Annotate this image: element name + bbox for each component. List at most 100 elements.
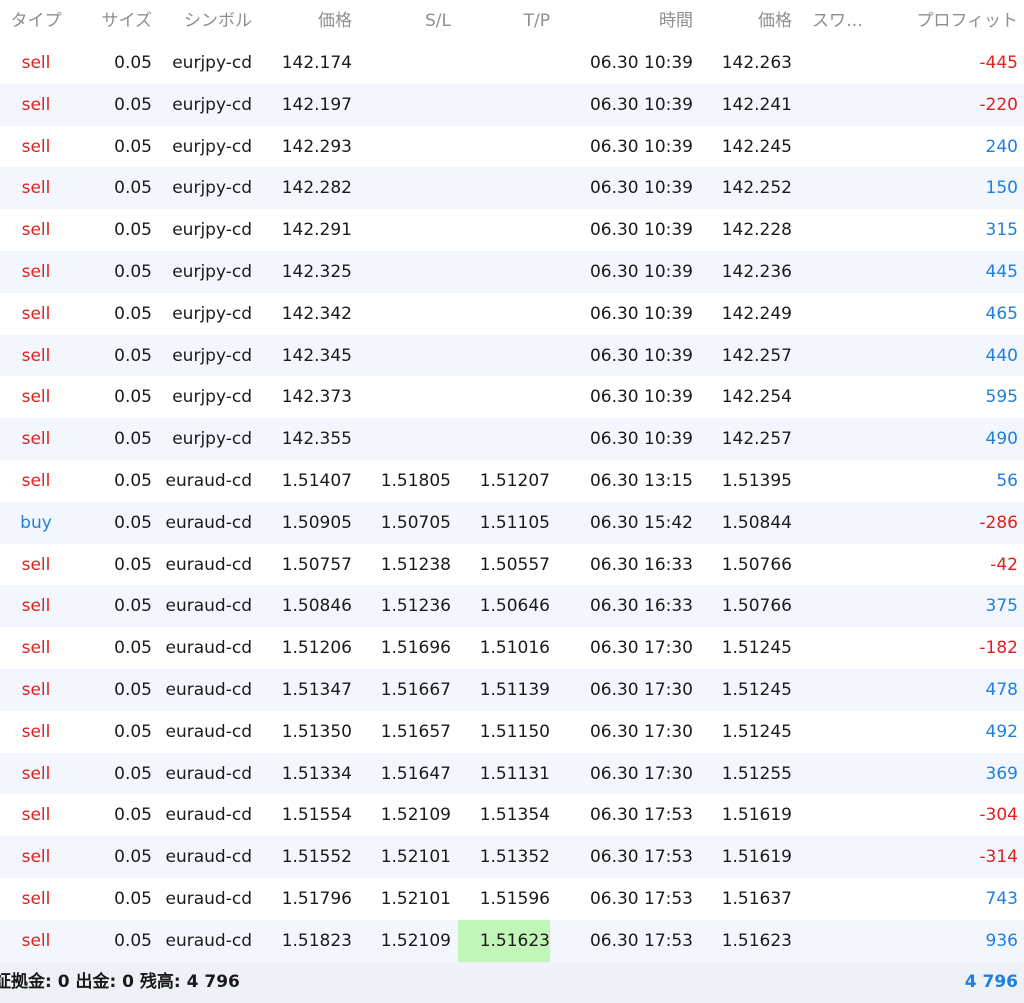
table-row[interactable]: sell 0.05 eurjpy-cd 142.291 06.30 10:39 142.2… <box>0 209 1024 252</box>
row-tp <box>458 167 550 209</box>
table-row[interactable]: sell 0.05 euraud-cd 1.51407 1.51805 1.51207 06… <box>0 460 1024 502</box>
table-row[interactable]: sell 0.05 eurjpy-cd 142.197 06.30 10:39 142.2… <box>0 83 1024 126</box>
header-tp[interactable]: T/P <box>458 0 550 42</box>
header-swap[interactable]: スワ… <box>812 0 874 42</box>
row-profit: 150 <box>985 178 1018 199</box>
row-profit: -286 <box>979 512 1018 533</box>
row-open-price: 142.293 <box>281 136 352 157</box>
row-sl <box>362 335 451 377</box>
row-type: sell <box>21 94 51 115</box>
table-row[interactable]: sell 0.05 euraud-cd 1.51334 1.51647 1.51131 06… <box>0 752 1024 795</box>
row-profit: 440 <box>985 345 1018 366</box>
row-tp: 1.51139 <box>479 680 550 700</box>
row-tp: 1.50557 <box>479 554 550 575</box>
row-tp: 1.51016 <box>479 638 550 659</box>
row-sl: 1.52101 <box>380 847 451 868</box>
table-row[interactable]: sell 0.05 eurjpy-cd 142.342 06.30 10:39 142.2… <box>0 292 1024 335</box>
row-tp: 1.51596 <box>479 889 550 909</box>
row-profit: -314 <box>979 847 1018 868</box>
row-symbol: euraud-cd <box>165 847 252 868</box>
row-symbol: eurjpy-cd <box>172 345 252 366</box>
table-row[interactable]: sell 0.05 eurjpy-cd 142.282 06.30 10:39 142.2… <box>0 167 1024 210</box>
header-current-price[interactable]: 価格 <box>700 0 792 42</box>
row-open-price: 1.51350 <box>281 721 352 742</box>
row-current-price: 142.257 <box>721 429 792 450</box>
row-size: 0.05 <box>114 889 152 909</box>
row-tp: 1.51131 <box>479 763 550 784</box>
header-sl[interactable]: S/L <box>362 0 451 42</box>
row-time: 06.30 17:53 <box>589 847 693 868</box>
table-row[interactable]: sell 0.05 eurjpy-cd 142.345 06.30 10:39 142.2… <box>0 334 1024 377</box>
row-time: 06.30 10:39 <box>589 220 693 241</box>
row-type: sell <box>21 930 51 951</box>
row-time: 06.30 17:30 <box>589 638 693 659</box>
table-row[interactable]: sell 0.05 eurjpy-cd 142.174 06.30 10:39 142.2… <box>0 42 1024 84</box>
row-sl: 1.52109 <box>380 805 451 826</box>
row-type: sell <box>21 638 51 659</box>
row-tp <box>458 293 550 335</box>
row-sl <box>362 251 451 293</box>
table-row[interactable]: buy 0.05 euraud-cd 1.50905 1.50705 1.51105 06.… <box>0 501 1024 544</box>
row-size: 0.05 <box>114 721 152 742</box>
table-row[interactable]: sell 0.05 eurjpy-cd 142.355 06.30 10:39 142.2… <box>0 418 1024 461</box>
table-row[interactable]: sell 0.05 euraud-cd 1.51552 1.52101 1.51352 06… <box>0 836 1024 879</box>
row-symbol: eurjpy-cd <box>172 303 252 324</box>
row-symbol: euraud-cd <box>165 512 252 533</box>
table-row[interactable]: sell 0.05 euraud-cd 1.50846 1.51236 1.50646 06… <box>0 585 1024 628</box>
table-row[interactable]: sell 0.05 euraud-cd 1.50757 1.51238 1.50557 06… <box>0 543 1024 586</box>
row-sl: 1.51236 <box>380 596 451 617</box>
row-symbol: eurjpy-cd <box>172 429 252 450</box>
row-tp: 1.51354 <box>479 805 550 826</box>
row-open-price: 142.197 <box>281 94 352 115</box>
row-tp <box>458 418 550 460</box>
row-size: 0.05 <box>114 847 152 868</box>
table-row[interactable]: sell 0.05 euraud-cd 1.51554 1.52109 1.51354 06… <box>0 794 1024 837</box>
row-profit: 240 <box>985 136 1018 157</box>
row-open-price: 1.51334 <box>281 763 352 784</box>
row-profit: 936 <box>985 930 1018 951</box>
row-sl: 1.51805 <box>380 471 451 491</box>
table-row[interactable]: sell 0.05 eurjpy-cd 142.293 06.30 10:39 142.2… <box>0 125 1024 168</box>
row-profit: -304 <box>979 805 1018 826</box>
table-row[interactable]: sell 0.05 euraud-cd 1.51347 1.51667 1.51139 06… <box>0 669 1024 711</box>
row-profit: 375 <box>985 596 1018 617</box>
row-symbol: euraud-cd <box>165 471 252 491</box>
row-open-price: 142.342 <box>281 303 352 324</box>
row-profit: -445 <box>979 53 1018 73</box>
row-type: sell <box>21 847 51 868</box>
header-size[interactable]: サイズ <box>76 0 153 42</box>
row-time: 06.30 10:39 <box>589 178 693 199</box>
row-time: 06.30 16:33 <box>589 596 693 617</box>
row-tp <box>458 335 550 377</box>
row-open-price: 1.51347 <box>281 680 352 700</box>
row-current-price: 142.252 <box>721 178 792 199</box>
row-tp: 1.51352 <box>479 847 550 868</box>
row-size: 0.05 <box>114 680 152 700</box>
table-row[interactable]: sell 0.05 eurjpy-cd 142.325 06.30 10:39 142.2… <box>0 251 1024 293</box>
row-current-price: 1.50844 <box>721 512 792 533</box>
row-size: 0.05 <box>114 387 152 408</box>
row-profit: 743 <box>985 889 1018 909</box>
table-row[interactable]: sell 0.05 euraud-cd 1.51350 1.51657 1.51150 06… <box>0 710 1024 753</box>
row-sl <box>362 293 451 335</box>
row-profit: 369 <box>985 763 1018 784</box>
table-row[interactable]: sell 0.05 eurjpy-cd 142.373 06.30 10:39 142.2… <box>0 376 1024 419</box>
row-time: 06.30 17:30 <box>589 721 693 742</box>
row-sl: 1.51696 <box>380 638 451 659</box>
table-row[interactable]: sell 0.05 euraud-cd 1.51206 1.51696 1.51016 06… <box>0 627 1024 670</box>
row-time: 06.30 13:15 <box>589 471 693 491</box>
table-row[interactable]: sell 0.05 euraud-cd 1.51796 1.52101 1.51596 06… <box>0 878 1024 920</box>
table-row[interactable]: sell 0.05 euraud-cd 1.51823 1.52109 1.51623 06… <box>0 919 1024 962</box>
row-tp <box>458 376 550 418</box>
header-time[interactable]: 時間 <box>570 0 693 42</box>
row-size: 0.05 <box>114 136 152 157</box>
header-symbol[interactable]: シンボル <box>160 0 252 42</box>
header-profit[interactable]: プロフィット <box>880 0 1018 42</box>
row-tp: 1.50646 <box>479 596 550 617</box>
row-type: sell <box>21 178 51 199</box>
row-open-price: 142.325 <box>281 262 352 282</box>
row-size: 0.05 <box>114 930 152 951</box>
header-type[interactable]: タイプ <box>0 0 72 42</box>
row-current-price: 1.51619 <box>721 847 792 868</box>
header-open-price[interactable]: 価格 <box>262 0 352 42</box>
